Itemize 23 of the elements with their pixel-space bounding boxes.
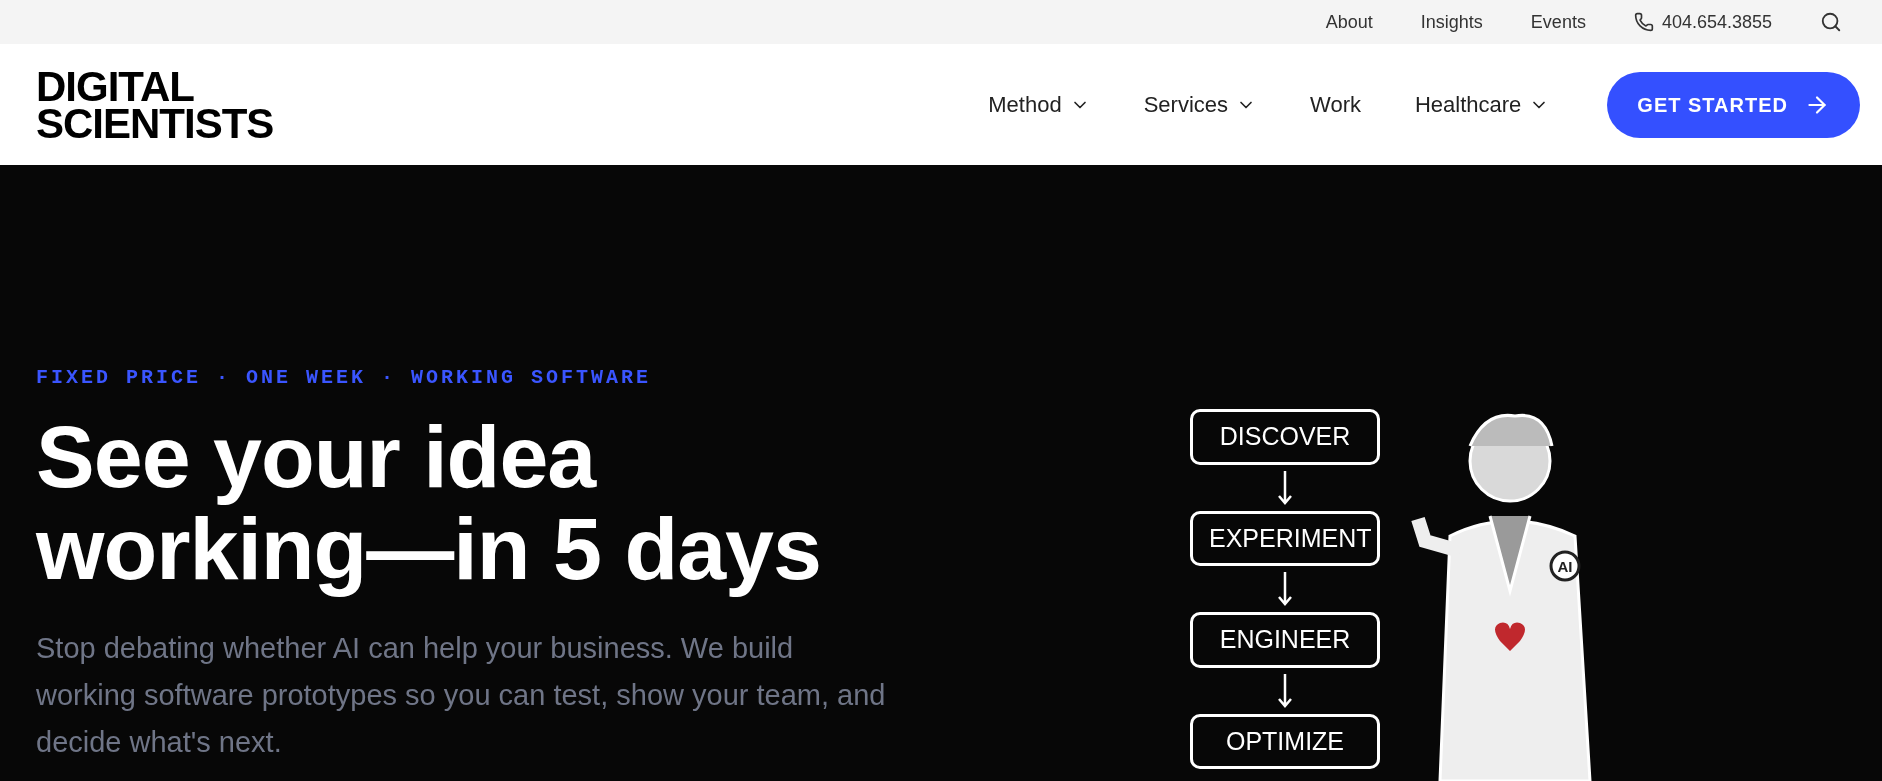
nav-item[interactable]: Services [1143, 88, 1257, 121]
eyebrow-text: FIXED PRICE · ONE WEEK · WORKING SOFTWARE [36, 365, 653, 391]
arrow-down-icon [1277, 673, 1293, 708]
nav-item[interactable]: Work [1310, 88, 1361, 121]
hero-description: Stop debating whether AI can help your business. We build working software prototypes so you can test, show your team, and decide what's next. [36, 631, 886, 760]
arrow-down-icon [1277, 470, 1293, 505]
step-label: ENGINEER [1190, 612, 1380, 668]
top-link[interactable]: Insights [1420, 8, 1483, 36]
step-label: EXPERIMENT [1190, 510, 1380, 566]
phone-link[interactable]: 404.654.3855 [1633, 8, 1772, 36]
nav-item[interactable]: Healthcare [1414, 88, 1550, 121]
hero-headline: See your idea working—in 5 days [36, 411, 822, 595]
top-link[interactable]: About [1325, 8, 1373, 36]
top-link[interactable]: Events [1530, 8, 1586, 36]
step-label: OPTIMIZE [1190, 713, 1380, 769]
search-icon[interactable] [1820, 11, 1842, 33]
get-started-button[interactable]: GET STARTED [1607, 71, 1860, 138]
arrow-down-icon [1277, 572, 1293, 606]
phone-icon [1633, 12, 1654, 32]
step-label: DISCOVER [1190, 409, 1380, 465]
logo[interactable]: DIGITAL SCIENTISTS [36, 67, 274, 142]
nav-item[interactable]: Method [988, 88, 1090, 121]
scientist-figure-drawing: AI [1390, 391, 1640, 781]
